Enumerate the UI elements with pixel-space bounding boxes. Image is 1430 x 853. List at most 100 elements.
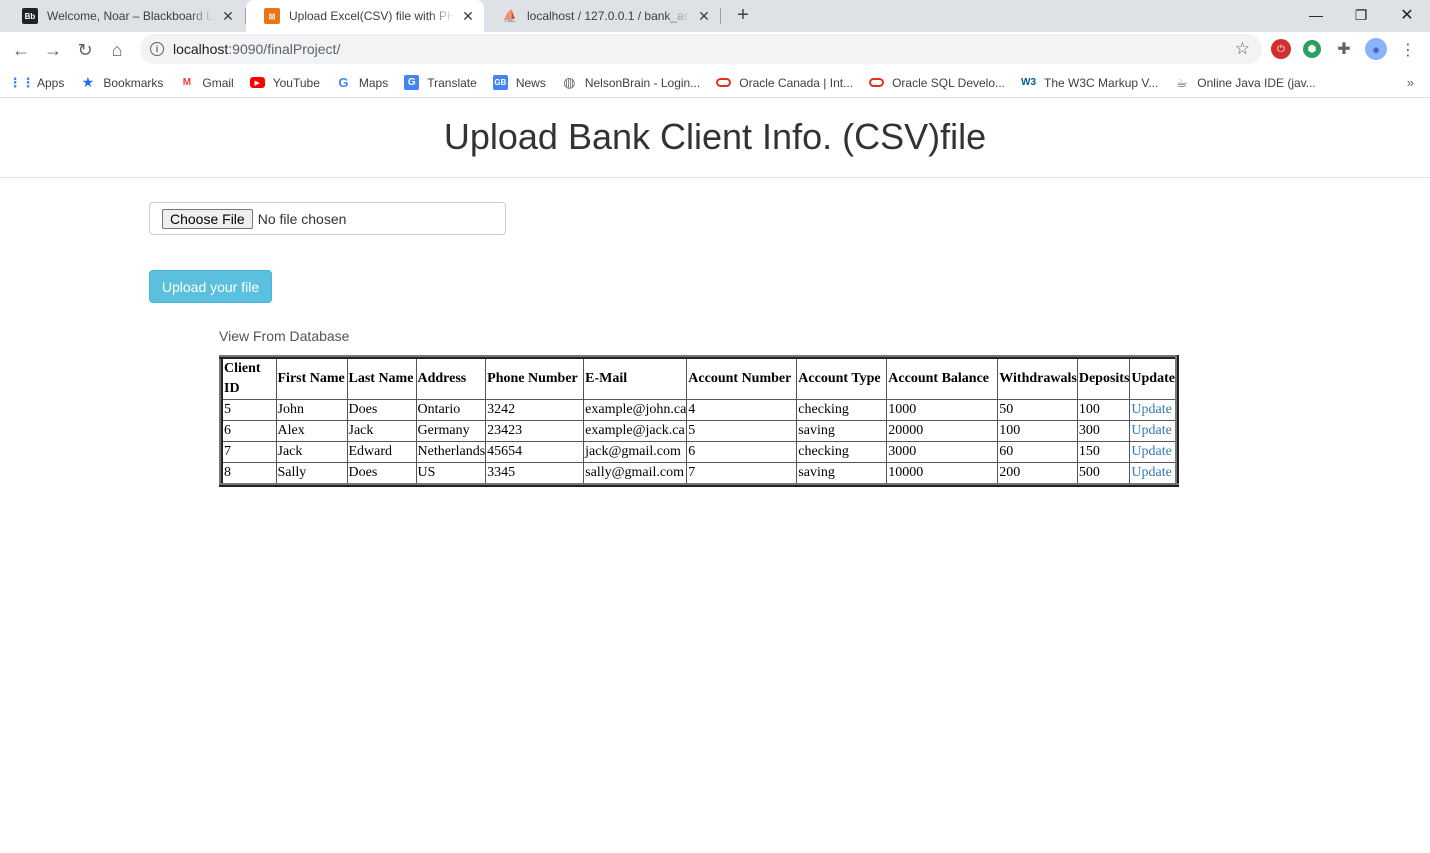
bookmark-gmail[interactable]: M Gmail [179,75,234,90]
minimize-icon: — [1309,7,1323,23]
table-cell: 6 [686,441,798,463]
column-header: Deposits [1076,356,1131,400]
bb-icon: Bb [22,8,38,24]
table-cell: 50 [997,399,1078,421]
table-cell: 500 [1076,462,1131,486]
table-cell: 7 [220,441,277,463]
page-header: Upload Bank Client Info. (CSV)file [0,98,1430,178]
view-from-database-label: View From Database [219,328,350,344]
bookmark-translate[interactable]: G Translate [404,75,477,90]
minimize-button[interactable]: — [1293,0,1339,30]
update-cell: Update [1129,441,1178,463]
update-cell: Update [1129,462,1178,486]
table-cell: 23423 [485,420,585,442]
translate-icon: G [404,75,420,90]
bookmark-star-icon[interactable]: ☆ [1235,39,1250,59]
table-cell: sally@gmail.com [583,462,688,486]
tab-blackboard[interactable]: Bb Welcome, Noar – Blackboard Learn ✕ [4,0,244,32]
bookmark-label: Apps [37,75,65,90]
bookmark-w3c[interactable]: W3 The W3C Markup V... [1021,75,1158,90]
table-cell: 4 [686,399,798,421]
oracle-icon [869,75,885,90]
close-icon[interactable]: ✕ [460,8,476,24]
bookmark-nelsonbrain[interactable]: ◍ NelsonBrain - Login... [562,74,700,90]
table-cell: Edward [346,441,417,463]
extensions-puzzle-icon[interactable]: ✚ [1334,39,1354,59]
profile-avatar[interactable]: ● [1365,38,1387,60]
bookmark-label: Bookmarks [103,75,164,90]
news-icon: GB [492,75,508,90]
bookmark-maps[interactable]: G Maps [336,75,388,90]
gmail-icon: M [182,77,192,88]
tab-title: Welcome, Noar – Blackboard Learn [47,9,214,23]
back-button[interactable]: ← [7,36,35,64]
bookmark-apps[interactable]: ⋮⋮ Apps [9,75,65,90]
column-header: E-Mail [583,356,688,400]
table-cell: 6 [220,420,277,442]
table-header-row: Client ID First Name Last Name Address P… [220,356,1178,400]
address-bar[interactable]: i localhost:9090/finalProject/ ☆ [140,34,1262,64]
file-input[interactable]: Choose File No file chosen [149,202,506,235]
table-row: 6 Alex Jack Germany 23423 example@jack.c… [220,420,1178,442]
close-icon[interactable]: ✕ [696,8,712,24]
table-cell: 45654 [485,441,585,463]
forward-button[interactable]: → [39,36,67,64]
w3c-icon: W3 [1021,77,1037,88]
table-cell: 20000 [886,420,999,442]
reload-button[interactable]: ↻ [71,36,99,64]
table-row: 5 John Does Ontario 3242 example@john.ca… [220,399,1178,421]
column-header: Update [1129,356,1178,400]
bookmarks-overflow-button[interactable]: » [1407,75,1414,90]
table-cell: 7 [686,462,798,486]
update-link[interactable]: Update [1131,465,1171,480]
table-cell: Alex [275,420,348,442]
xampp-icon: ⊠ [264,8,280,24]
phpmyadmin-icon: ⛵ [502,9,518,23]
info-icon[interactable]: i [150,42,164,56]
table-cell: example@john.ca [583,399,688,421]
column-header: Account Type [796,356,888,400]
menu-button[interactable]: ⋮ [1394,36,1422,64]
url-host: localhost [173,41,229,57]
home-button[interactable]: ⌂ [103,36,131,64]
table-row: 7 Jack Edward Netherlands 45654 jack@gma… [220,441,1178,463]
bookmark-online-java[interactable]: ☕ Online Java IDE (jav... [1174,75,1316,90]
tab-phpmyadmin[interactable]: ⛵ localhost / 127.0.0.1 / bank_account ✕ [484,0,720,32]
window-close-button[interactable]: ✕ [1384,0,1430,30]
tab-upload-csv[interactable]: ⊠ Upload Excel(CSV) file with PHP - ✕ [246,0,484,32]
bookmark-label: Translate [427,75,477,90]
table-cell: 300 [1076,420,1131,442]
column-header: Last Name [346,356,417,400]
column-header: Account Number [686,356,798,400]
upload-button[interactable]: Upload your file [149,270,272,303]
reload-icon: ↻ [77,39,93,60]
bookmark-news[interactable]: GB News [492,75,546,90]
adblock-extension-icon[interactable]: ⏻ [1271,39,1291,59]
table-cell: checking [796,399,888,421]
choose-file-button[interactable]: Choose File [162,208,253,229]
table-cell: 3242 [485,399,585,421]
bookmark-oracle-canada[interactable]: Oracle Canada | Int... [716,75,853,90]
update-link[interactable]: Update [1131,402,1171,417]
shield-extension-icon[interactable]: ⬢ [1303,40,1321,58]
restore-button[interactable]: ❐ [1338,0,1384,30]
bookmark-label: Oracle SQL Develo... [892,75,1006,90]
bookmark-label: Maps [358,75,389,90]
oracle-icon [716,75,732,90]
table-cell: Does [346,462,417,486]
update-link[interactable]: Update [1131,444,1171,459]
new-tab-button[interactable]: + [732,4,754,26]
table-cell: 150 [1076,441,1131,463]
bookmark-oracle-sql[interactable]: Oracle SQL Develo... [869,75,1005,90]
table-cell: Jack [275,441,348,463]
arrow-left-icon: ← [12,39,30,60]
column-header: Address [415,356,487,400]
update-link[interactable]: Update [1131,423,1171,438]
url-path: :9090/finalProject/ [228,41,341,57]
table-cell: example@jack.ca [583,420,688,442]
bookmark-label: Oracle Canada | Int... [739,75,854,90]
table-cell: 1000 [886,399,999,421]
close-icon[interactable]: ✕ [220,8,236,24]
bookmark-bookmarks[interactable]: ★ Bookmarks [80,74,164,90]
bookmark-youtube[interactable]: ▶ YouTube [249,76,320,90]
